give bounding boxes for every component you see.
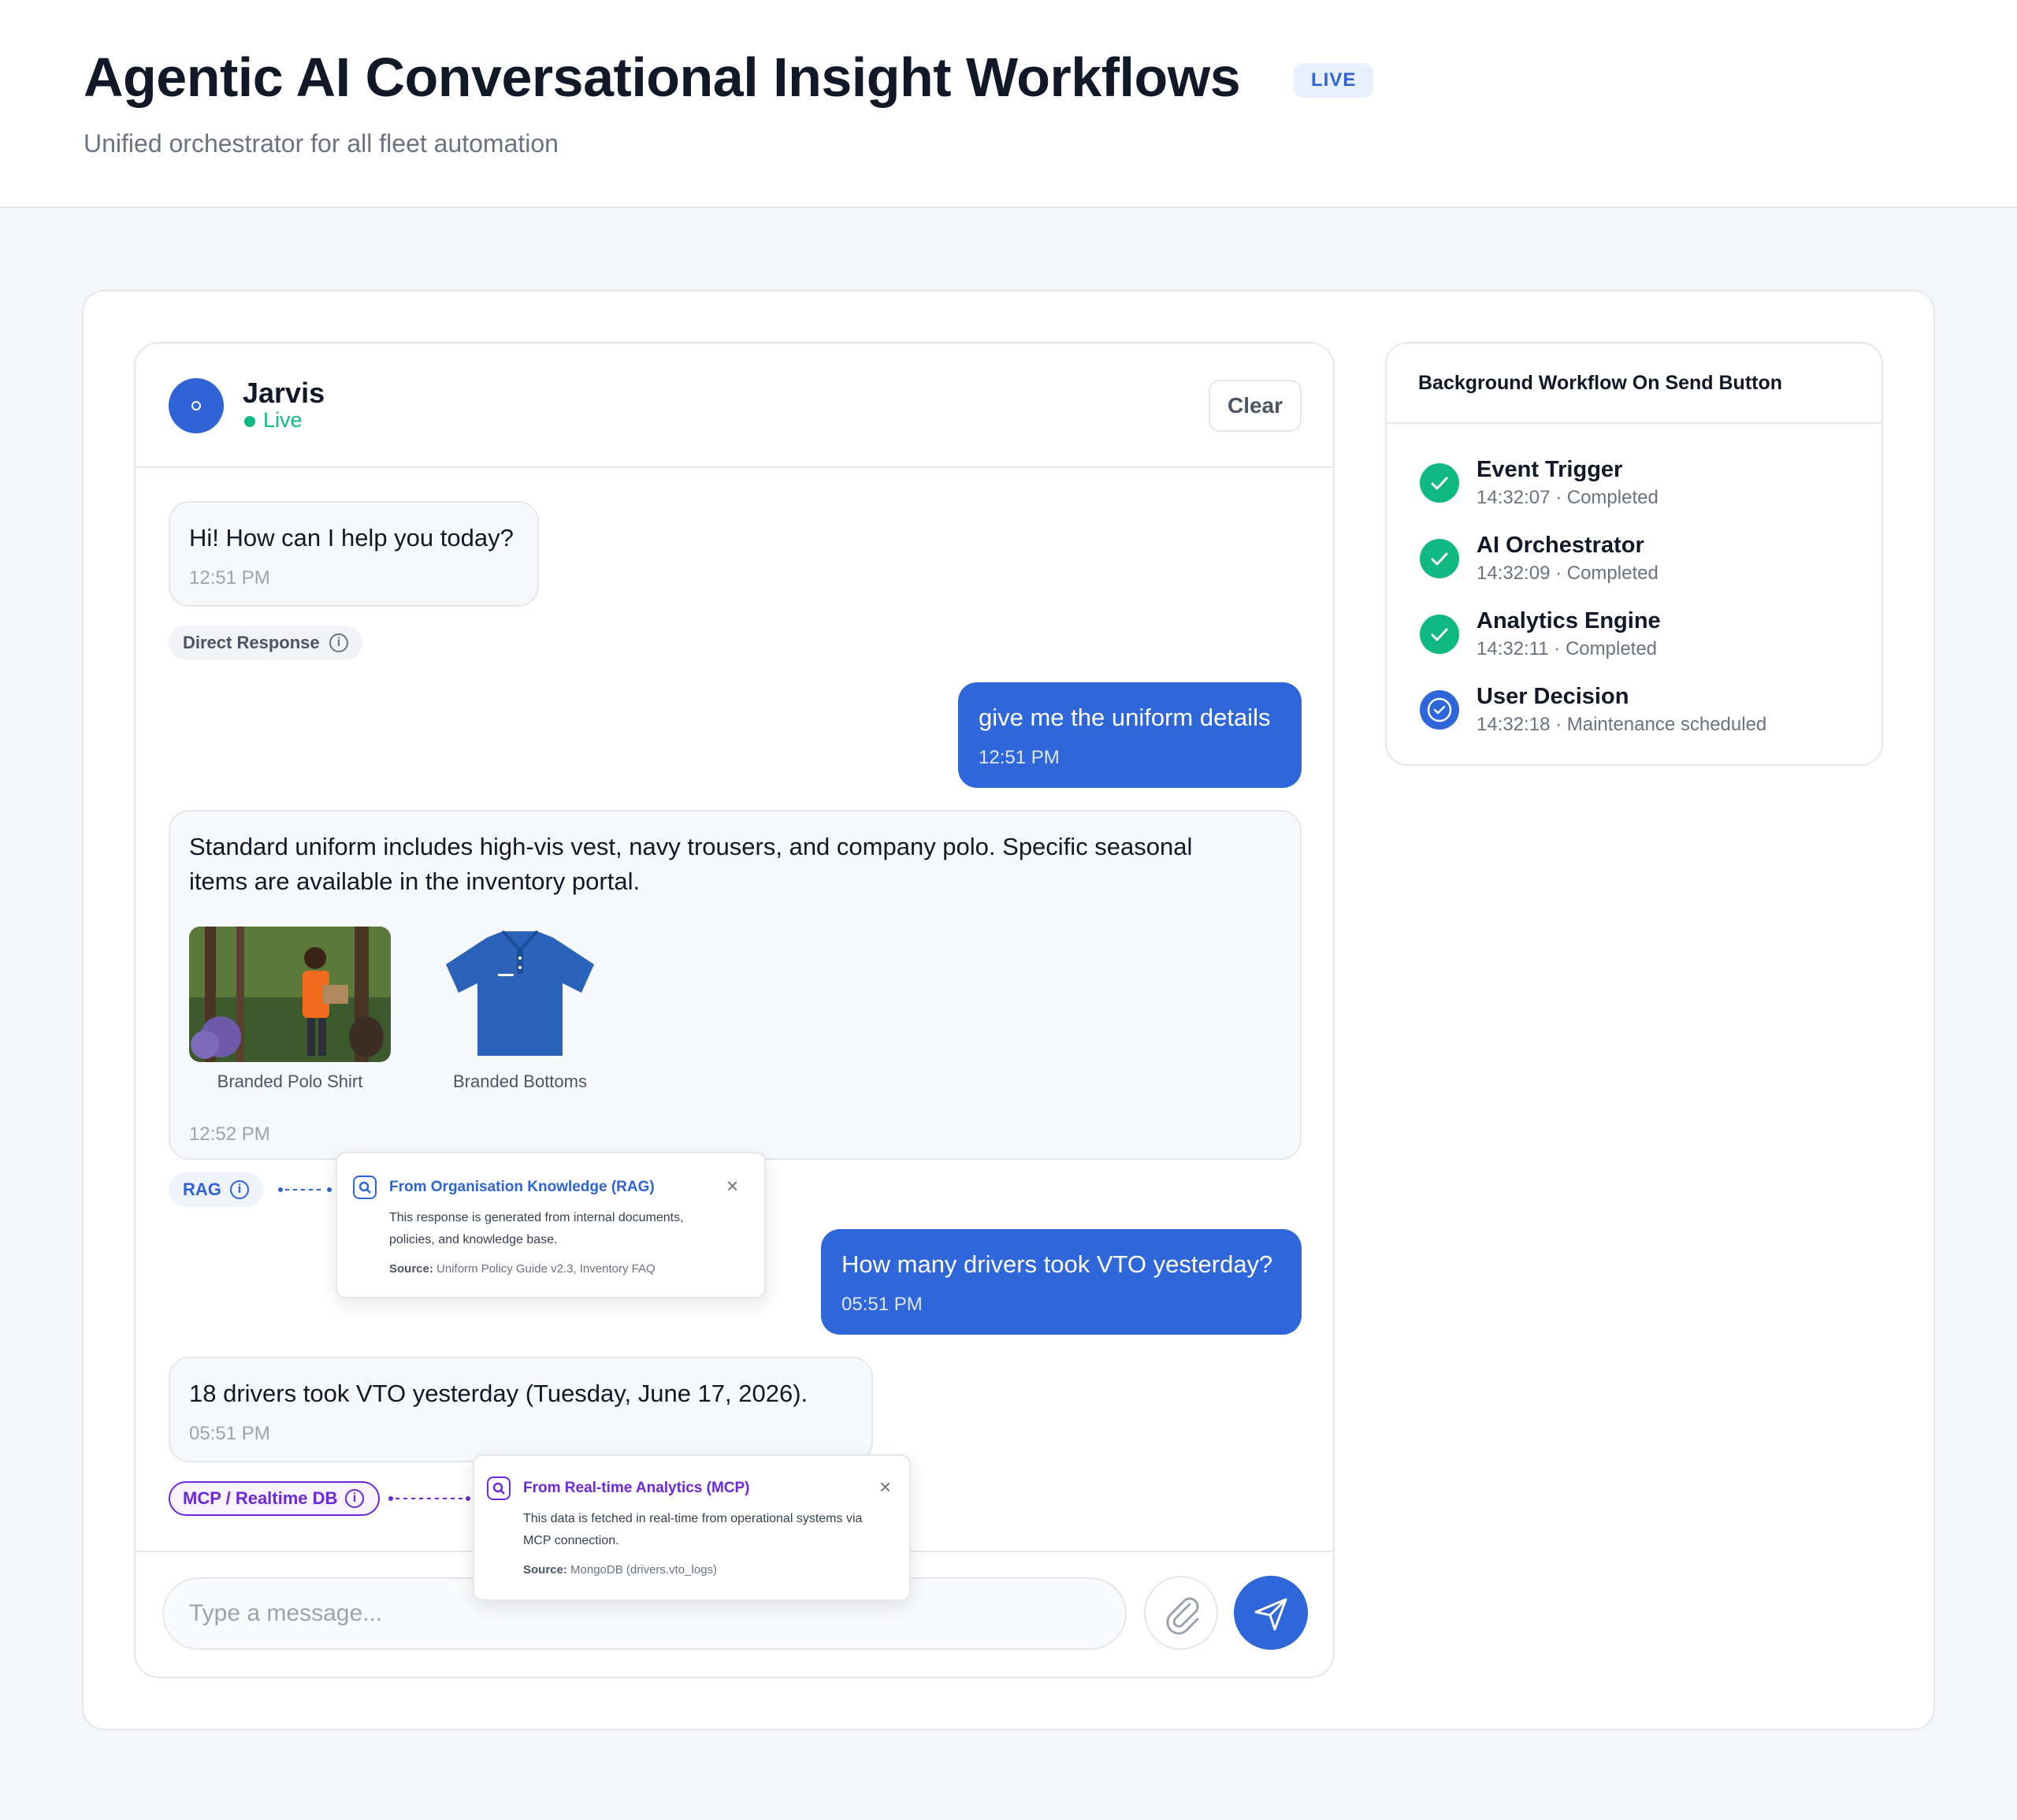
polo-shirt-image[interactable] <box>189 927 391 1062</box>
paperclip-icon <box>1166 1597 1199 1635</box>
message-time: 12:51 PM <box>189 567 270 589</box>
tag-label: Direct Response <box>183 633 320 652</box>
rag-connector <box>278 1187 332 1192</box>
page-title: Agentic AI Conversational Insight Workfl… <box>84 46 1241 108</box>
bot-message: Standard uniform includes high-vis vest,… <box>169 810 1302 1160</box>
workflow-step: User Decision 14:32:18 · Maintenance sch… <box>1418 684 1859 750</box>
chat-panel: Jarvis Live Clear Hi! How can I help you… <box>134 342 1335 1678</box>
close-icon[interactable]: × <box>879 1476 891 1497</box>
avatar-dot-icon <box>191 401 201 410</box>
workflow-step: Analytics Engine 14:32:11 · Completed <box>1418 608 1859 674</box>
step-name: Event Trigger <box>1477 457 1623 482</box>
popover-title: From Real-time Analytics (MCP) <box>523 1480 750 1496</box>
chat-header: Jarvis Live Clear <box>136 344 1333 468</box>
rag-popover: From Organisation Knowledge (RAG) × This… <box>336 1152 766 1298</box>
mcp-connector <box>388 1496 470 1501</box>
step-name: AI Orchestrator <box>1477 533 1644 558</box>
search-icon <box>353 1176 377 1199</box>
workflow-panel: Background Workflow On Send Button Event… <box>1385 342 1883 766</box>
popover-body-line: This data is fetched in real-time from o… <box>523 1512 863 1525</box>
info-icon[interactable]: i <box>230 1180 249 1199</box>
source-value: MongoDB (drivers.vto_logs) <box>570 1563 717 1577</box>
check-circle-icon <box>1420 615 1459 654</box>
source-label: Source: <box>523 1563 567 1577</box>
message-text: Hi! How can I help you today? <box>189 524 514 552</box>
check-circle-icon <box>1420 539 1459 578</box>
live-badge: LIVE <box>1294 63 1374 98</box>
source-value: Uniform Policy Guide v2.3, Inventory FAQ <box>436 1262 656 1276</box>
send-icon <box>1254 1598 1287 1631</box>
popover-source: Source: Uniform Policy Guide v2.3, Inven… <box>389 1262 656 1276</box>
popover-body-line: This response is generated from internal… <box>389 1211 684 1224</box>
step-meta: 14:32:18 · Maintenance scheduled <box>1477 714 1767 735</box>
step-name: Analytics Engine <box>1477 608 1661 633</box>
mcp-popover: From Real-time Analytics (MCP) × This da… <box>473 1454 911 1601</box>
active-check-icon <box>1420 690 1459 730</box>
agent-avatar <box>169 378 224 433</box>
message-time: 05:51 PM <box>189 1423 270 1444</box>
workflow-step: AI Orchestrator 14:32:09 · Completed <box>1418 533 1859 599</box>
page-subtitle: Unified orchestrator for all fleet autom… <box>84 129 559 158</box>
popover-title: From Organisation Knowledge (RAG) <box>389 1179 655 1195</box>
info-icon[interactable]: i <box>345 1489 364 1508</box>
mcp-tag[interactable]: MCP / Realtime DB i <box>169 1481 380 1516</box>
workflow-step: Event Trigger 14:32:07 · Completed <box>1418 457 1859 523</box>
bot-message: 18 drivers took VTO yesterday (Tuesday, … <box>169 1357 873 1462</box>
workflow-header: Background Workflow On Send Button <box>1387 344 1881 424</box>
message-text: 18 drivers took VTO yesterday (Tuesday, … <box>189 1380 808 1407</box>
info-icon[interactable]: i <box>329 633 348 652</box>
agent-status: Live <box>263 408 303 432</box>
close-icon[interactable]: × <box>726 1176 738 1196</box>
clear-button[interactable]: Clear <box>1209 380 1302 432</box>
page-header: Agentic AI Conversational Insight Workfl… <box>0 0 2017 208</box>
status-dot-icon <box>244 416 255 427</box>
message-text: How many drivers took VTO yesterday? <box>841 1250 1273 1278</box>
user-message: How many drivers took VTO yesterday? 05:… <box>821 1229 1302 1335</box>
rag-tag[interactable]: RAG i <box>169 1172 263 1207</box>
direct-response-tag[interactable]: Direct Response i <box>169 626 362 660</box>
agent-name: Jarvis <box>243 377 325 409</box>
message-time: 05:51 PM <box>841 1294 923 1315</box>
tag-label: RAG <box>183 1179 221 1199</box>
user-message: give me the uniform details 12:51 PM <box>958 682 1302 788</box>
image-caption: Branded Polo Shirt <box>217 1072 363 1091</box>
attach-button[interactable] <box>1144 1576 1218 1650</box>
step-name: User Decision <box>1477 684 1629 709</box>
tag-label: MCP / Realtime DB <box>183 1488 338 1508</box>
popover-source: Source: MongoDB (drivers.vto_logs) <box>523 1563 717 1577</box>
message-text: give me the uniform details <box>979 704 1271 731</box>
message-text-line: items are available in the inventory por… <box>189 867 641 895</box>
image-caption: Branded Bottoms <box>453 1072 587 1091</box>
popover-body-line: MCP connection. <box>523 1534 619 1547</box>
bot-message: Hi! How can I help you today? 12:51 PM <box>169 501 539 607</box>
popover-body-line: policies, and knowledge base. <box>389 1233 558 1246</box>
message-time: 12:51 PM <box>979 747 1060 768</box>
bottoms-image[interactable] <box>419 927 621 1062</box>
send-button[interactable] <box>1234 1576 1308 1650</box>
step-meta: 14:32:11 · Completed <box>1477 638 1658 659</box>
workflow-title: Background Workflow On Send Button <box>1418 372 1783 394</box>
message-text-line: Standard uniform includes high-vis vest,… <box>189 833 1193 860</box>
step-meta: 14:32:09 · Completed <box>1477 563 1659 584</box>
message-time: 12:52 PM <box>189 1124 270 1145</box>
check-circle-icon <box>1420 463 1459 503</box>
source-label: Source: <box>389 1262 433 1276</box>
step-meta: 14:32:07 · Completed <box>1477 487 1659 508</box>
search-icon <box>487 1476 511 1500</box>
